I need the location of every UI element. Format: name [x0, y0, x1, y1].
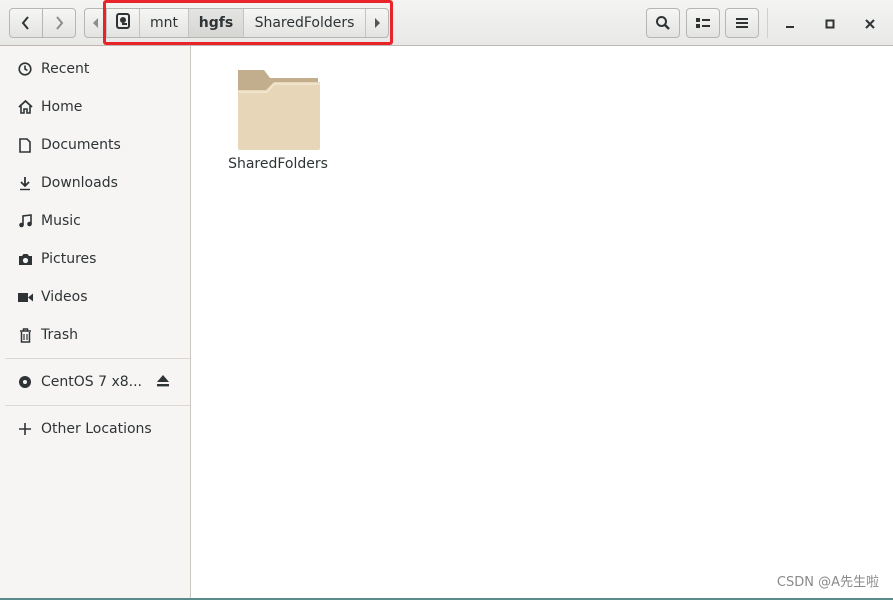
sidebar-separator	[5, 405, 190, 406]
clock-icon	[17, 61, 33, 77]
document-icon	[17, 137, 33, 153]
file-view[interactable]: SharedFolders CSDN @A先生啦	[192, 46, 893, 598]
sidebar-item-label: Recent	[41, 61, 90, 77]
header-bar: mnt hgfs SharedFolders	[0, 0, 893, 46]
chevron-right-icon	[54, 16, 64, 30]
sidebar-item-label: Videos	[41, 289, 88, 305]
sidebar-item-label: Other Locations	[41, 421, 152, 437]
forward-button[interactable]	[42, 8, 76, 38]
search-icon	[655, 15, 671, 31]
view-toggle-button[interactable]	[686, 8, 720, 38]
sidebar-item-downloads[interactable]: Downloads	[0, 164, 190, 202]
sidebar-item-videos[interactable]: Videos	[0, 278, 190, 316]
sidebar: Recent Home Documents Downloads Music Pi…	[0, 46, 191, 598]
maximize-icon	[825, 14, 835, 33]
download-icon	[17, 175, 33, 191]
camera-icon	[17, 251, 33, 267]
annotation-highlight-box	[103, 0, 393, 45]
home-icon	[17, 99, 33, 115]
sidebar-item-label: CentOS 7 x8...	[41, 374, 143, 390]
list-view-icon	[696, 17, 710, 29]
sidebar-item-trash[interactable]: Trash	[0, 316, 190, 354]
sidebar-item-pictures[interactable]: Pictures	[0, 240, 190, 278]
watermark-text: CSDN @A先生啦	[776, 575, 879, 590]
minimize-icon	[785, 14, 795, 33]
sidebar-item-recent[interactable]: Recent	[0, 50, 190, 88]
video-icon	[17, 289, 33, 305]
folder-icon	[236, 66, 320, 154]
minimize-button[interactable]	[775, 8, 805, 38]
trash-icon	[17, 327, 33, 343]
plus-icon	[17, 421, 33, 437]
chevron-left-icon	[21, 16, 31, 30]
sidebar-item-label: Home	[41, 99, 83, 115]
navigation-buttons	[9, 8, 76, 38]
maximize-button[interactable]	[815, 8, 845, 38]
sidebar-item-label: Pictures	[41, 251, 97, 267]
disc-icon	[17, 374, 33, 390]
sidebar-item-label: Downloads	[41, 175, 118, 191]
music-icon	[17, 213, 33, 229]
header-separator	[767, 8, 768, 38]
sidebar-item-label: Trash	[41, 327, 78, 343]
close-icon	[865, 14, 875, 33]
sidebar-item-music[interactable]: Music	[0, 202, 190, 240]
folder-name: SharedFolders	[228, 156, 328, 172]
sidebar-item-centos-disc[interactable]: CentOS 7 x8...	[0, 363, 190, 401]
search-button[interactable]	[646, 8, 680, 38]
sidebar-item-home[interactable]: Home	[0, 88, 190, 126]
sidebar-separator	[5, 358, 190, 359]
folder-item[interactable]: SharedFolders	[222, 64, 334, 184]
eject-icon[interactable]	[156, 375, 170, 391]
hamburger-menu-icon	[736, 18, 748, 28]
sidebar-item-other-locations[interactable]: Other Locations	[0, 410, 190, 448]
close-button[interactable]	[855, 8, 885, 38]
sidebar-item-label: Music	[41, 213, 81, 229]
back-button[interactable]	[9, 8, 43, 38]
menu-button[interactable]	[725, 8, 759, 38]
sidebar-item-label: Documents	[41, 137, 121, 153]
sidebar-item-documents[interactable]: Documents	[0, 126, 190, 164]
